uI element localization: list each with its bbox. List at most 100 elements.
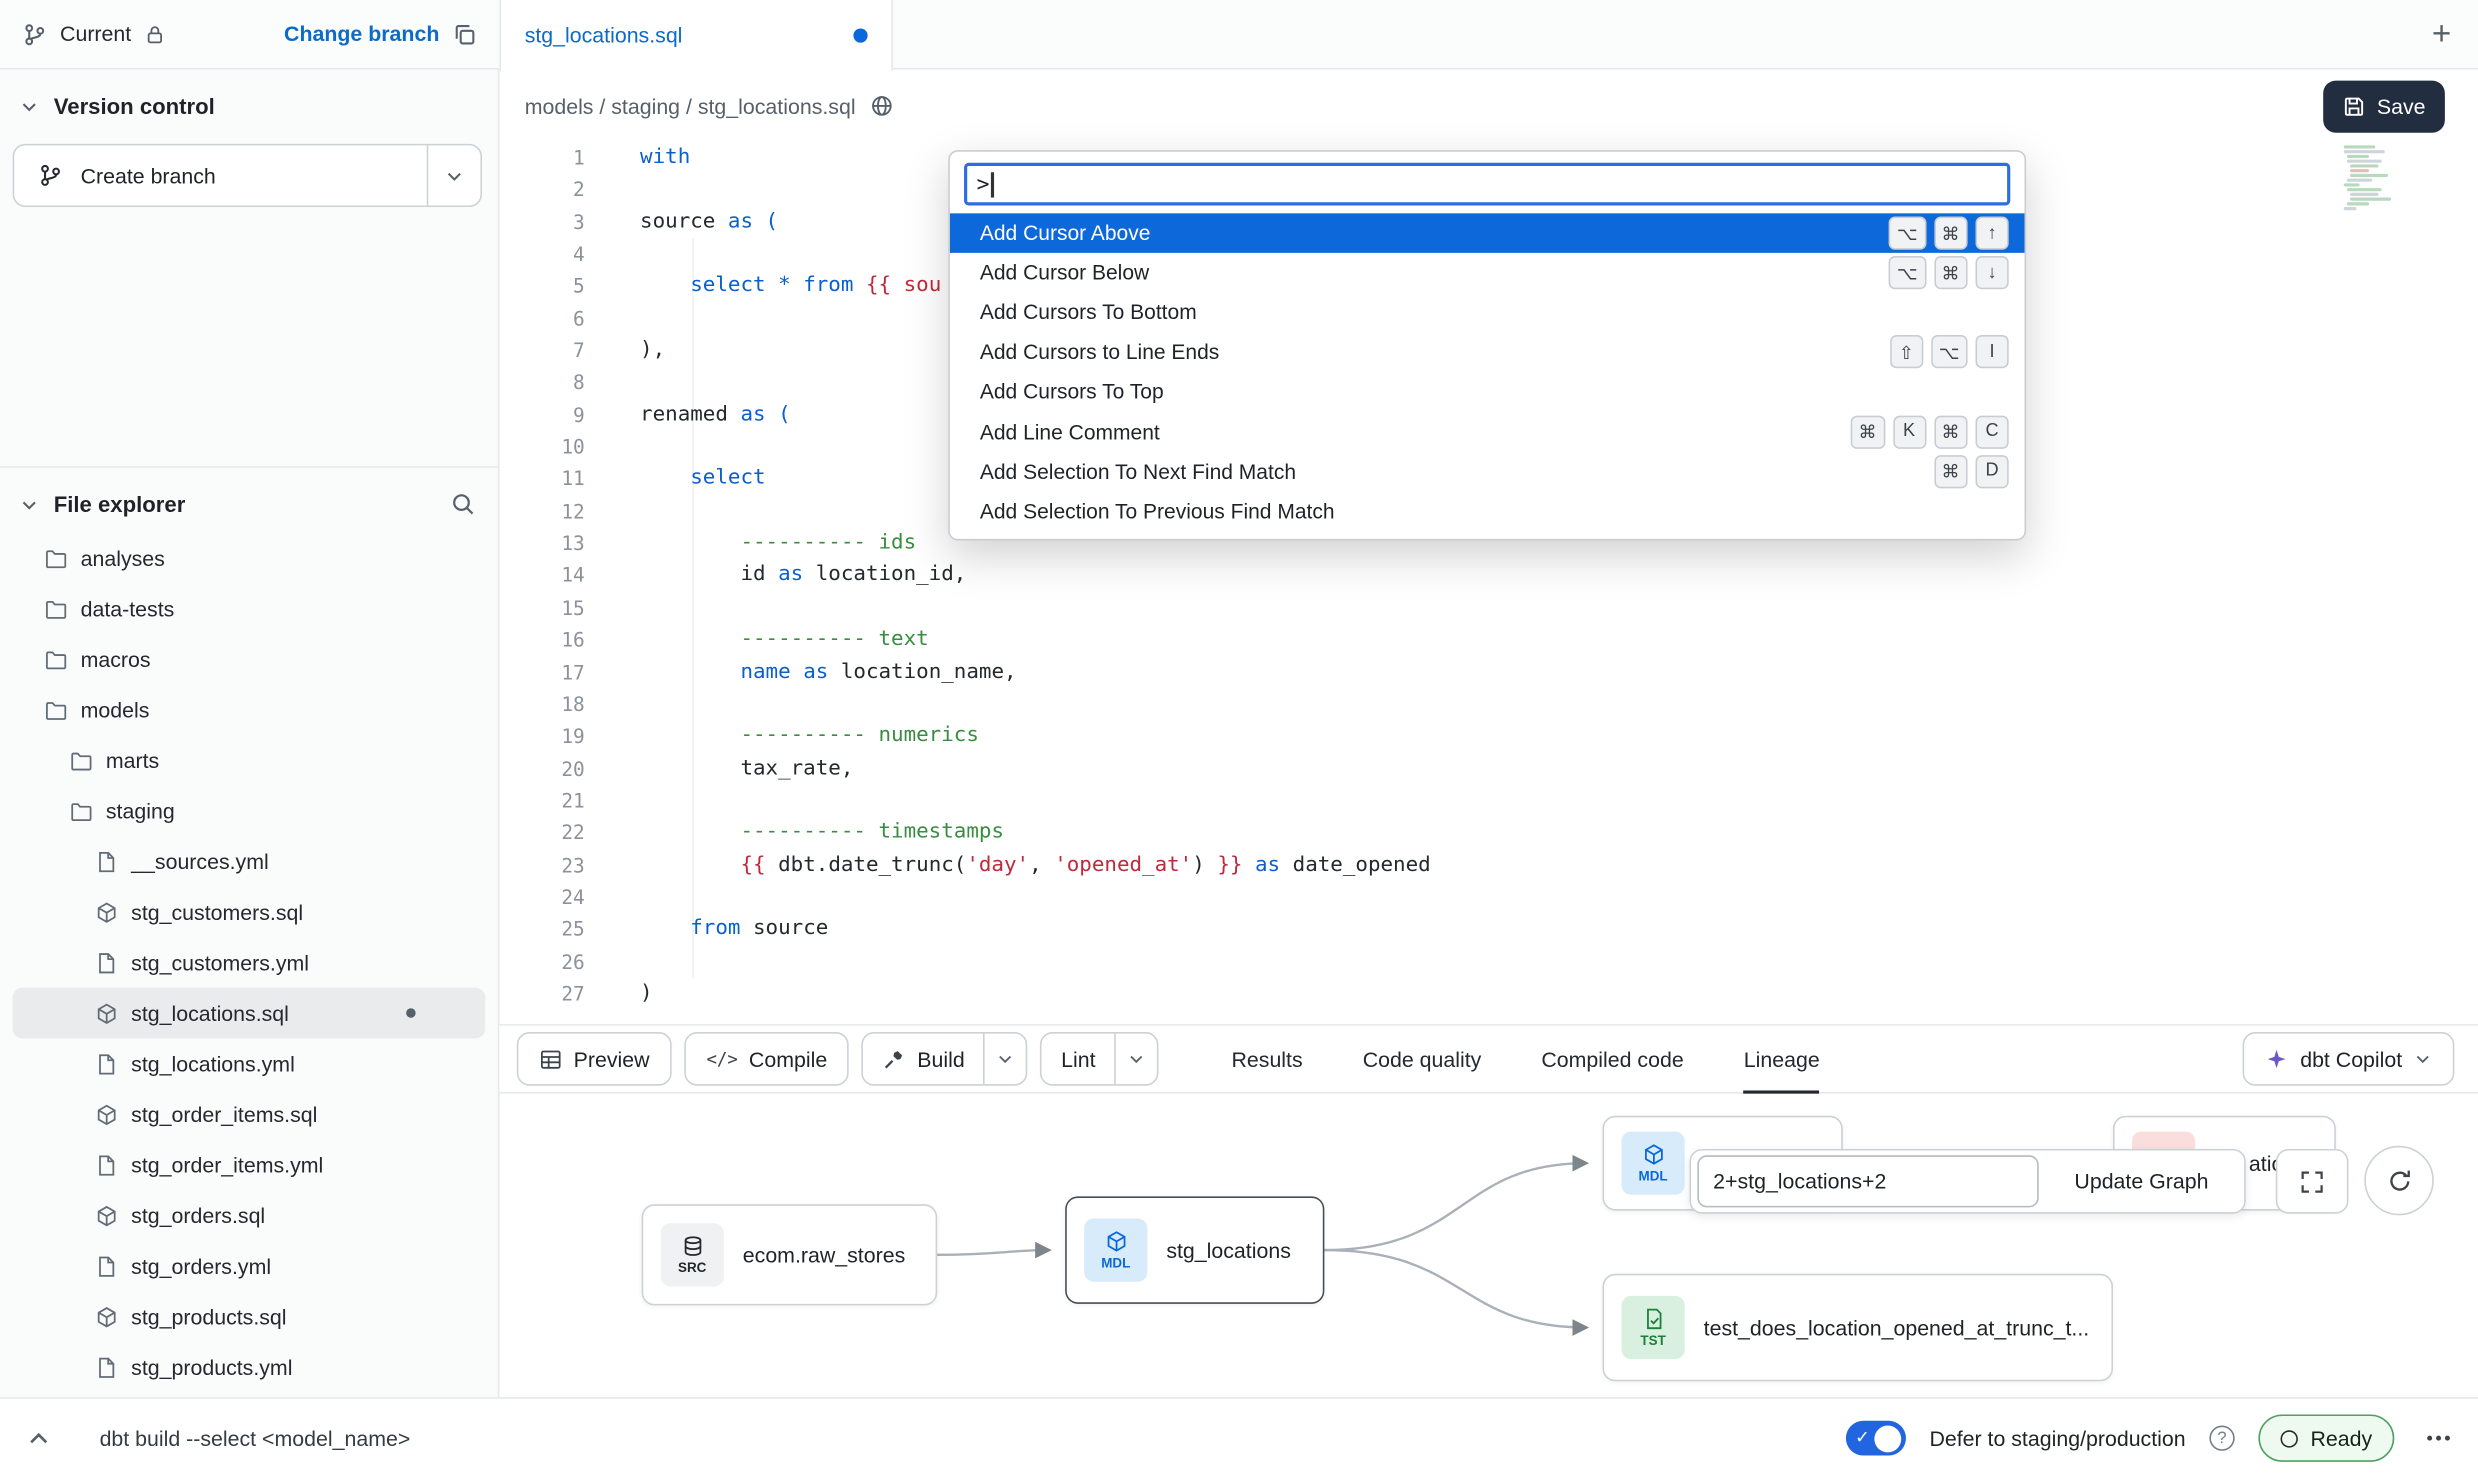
file-item-stg_orders.sql[interactable]: stg_orders.sql — [13, 1190, 486, 1241]
lineage-node-source[interactable]: SRC ecom.raw_stores — [642, 1204, 938, 1305]
file-item-stg_products.sql[interactable]: stg_products.sql — [13, 1291, 486, 1342]
file-item-stg_locations.sql[interactable]: stg_locations.sql — [13, 988, 486, 1039]
save-button[interactable]: Save — [2323, 81, 2444, 133]
file-item-analyses[interactable]: analyses — [13, 533, 486, 584]
globe-icon[interactable] — [870, 93, 895, 118]
file-label: stg_locations.sql — [131, 1001, 289, 1025]
update-graph-button[interactable]: Update Graph — [2039, 1169, 2244, 1193]
tab-compiled-code[interactable]: Compiled code — [1541, 1026, 1683, 1092]
compile-label: Compile — [749, 1047, 827, 1071]
status-badge[interactable]: Ready — [2258, 1414, 2394, 1461]
keycap: ⇧ — [1890, 336, 1923, 369]
tab-code-quality[interactable]: Code quality — [1363, 1026, 1482, 1092]
breadcrumb-row: models / staging / stg_locations.sql — [499, 70, 2478, 143]
copy-icon[interactable] — [452, 21, 477, 46]
keycap: I — [1976, 336, 2009, 369]
palette-item[interactable]: Add Cursors To Top — [950, 372, 2025, 412]
palette-item[interactable]: Add Selection To Next Find Match⌘D — [950, 451, 2025, 491]
node-label: ecom.raw_stores — [743, 1243, 905, 1267]
panel-tabs: Results Code quality Compiled code Linea… — [1232, 1026, 1820, 1092]
keycap: ⌘ — [1934, 256, 1968, 289]
version-control-section: Version control Create branch — [0, 70, 498, 468]
table-icon — [539, 1047, 563, 1071]
build-main[interactable]: Build — [864, 1034, 984, 1085]
lineage-node-stg-locations[interactable]: MDL stg_locations — [1065, 1196, 1324, 1303]
fullscreen-button[interactable] — [2276, 1149, 2349, 1214]
file-icon — [95, 951, 119, 975]
model-badge-label: MDL — [1639, 1168, 1668, 1184]
minimap[interactable] — [2344, 145, 2410, 211]
model-icon — [95, 1305, 119, 1329]
file-item-macros[interactable]: macros — [13, 634, 486, 685]
lint-dropdown[interactable] — [1115, 1034, 1158, 1085]
lineage-canvas[interactable]: SRC ecom.raw_stores MDL stg_locations MD… — [499, 1094, 2478, 1397]
preview-button[interactable]: Preview — [517, 1032, 672, 1086]
file-item-models[interactable]: models — [13, 684, 486, 735]
topbar: Current Change branch stg_locations.sql … — [0, 0, 2478, 70]
folder-icon — [70, 799, 94, 823]
create-branch-button: Create branch — [13, 144, 482, 207]
file-item-marts[interactable]: marts — [13, 735, 486, 786]
new-tab-button[interactable]: + — [2432, 17, 2451, 50]
branch-icon — [22, 21, 47, 46]
palette-item[interactable]: Add Cursor Below⌥⌘↓ — [950, 253, 2025, 293]
palette-item[interactable]: Add Cursors to Line Ends⇧⌥I — [950, 332, 2025, 372]
build-label: Build — [917, 1047, 964, 1071]
tab-results[interactable]: Results — [1232, 1026, 1303, 1092]
change-branch-link[interactable]: Change branch — [284, 22, 439, 46]
unsaved-dot — [853, 28, 867, 42]
file-item-stg_order_items.yml[interactable]: stg_order_items.yml — [13, 1139, 486, 1190]
file-item-staging[interactable]: staging — [13, 785, 486, 836]
version-control-header[interactable]: Version control — [0, 70, 498, 135]
file-item-stg_customers.sql[interactable]: stg_customers.sql — [13, 887, 486, 938]
lineage-search-input[interactable] — [1697, 1155, 2038, 1207]
file-icon — [95, 1355, 119, 1379]
palette-item-label: Add Cursors To Bottom — [980, 301, 1197, 325]
file-item-data-tests[interactable]: data-tests — [13, 583, 486, 634]
lineage-search-bar: Update Graph — [1689, 1149, 2245, 1214]
copilot-button[interactable]: dbt Copilot — [2243, 1032, 2454, 1086]
file-item-stg_products.yml[interactable]: stg_products.yml — [13, 1342, 486, 1393]
file-tree: analysesdata-testsmacrosmodelsmartsstagi… — [0, 533, 498, 1393]
text-caret — [991, 171, 993, 196]
file-item-stg_orders.yml[interactable]: stg_orders.yml — [13, 1241, 486, 1292]
file-label: __sources.yml — [131, 849, 269, 873]
chevron-down-icon — [2413, 1049, 2432, 1068]
file-explorer-header[interactable]: File explorer — [0, 468, 498, 533]
refresh-button[interactable] — [2364, 1146, 2434, 1216]
tab-lineage[interactable]: Lineage — [1744, 1026, 1820, 1092]
search-icon[interactable] — [450, 492, 475, 517]
help-icon[interactable]: ? — [2209, 1426, 2234, 1451]
file-label: stg_products.yml — [131, 1355, 292, 1379]
palette-input[interactable]: > — [964, 163, 2010, 206]
keycap: ⌘ — [1934, 415, 1968, 448]
version-control-title: Version control — [54, 93, 215, 118]
compile-button[interactable]: </> Compile — [684, 1032, 849, 1086]
line-numbers: 1234567891011121314151617181920212223242… — [499, 142, 600, 1010]
model-icon — [95, 1001, 119, 1025]
build-dropdown[interactable] — [984, 1034, 1027, 1085]
tab-stg-locations[interactable]: stg_locations.sql — [499, 0, 893, 70]
lint-main[interactable]: Lint — [1042, 1034, 1114, 1085]
model-badge: MDL — [1621, 1132, 1684, 1195]
file-item-stg_customers.yml[interactable]: stg_customers.yml — [13, 937, 486, 988]
file-label: stg_orders.sql — [131, 1203, 265, 1227]
palette-item[interactable]: Add Cursor Above⌥⌘↑ — [950, 213, 2025, 253]
create-branch-label: Create branch — [81, 164, 216, 188]
chevron-up-icon[interactable] — [25, 1425, 52, 1452]
overflow-menu-icon[interactable] — [2424, 1424, 2452, 1452]
status-circle-icon — [2280, 1429, 2297, 1446]
palette-item[interactable]: Add Selection To Previous Find Match — [950, 491, 2025, 531]
defer-toggle[interactable]: ✓ — [1846, 1421, 1906, 1456]
file-item-__sources.yml[interactable]: __sources.yml — [13, 836, 486, 887]
create-branch-dropdown[interactable] — [427, 145, 481, 205]
lineage-node-test[interactable]: TST test_does_location_opened_at_trunc_t… — [1603, 1274, 2113, 1381]
refresh-icon — [2386, 1167, 2413, 1194]
file-explorer-section: File explorer analysesdata-testsmacrosmo… — [0, 468, 498, 1393]
file-item-stg_order_items.sql[interactable]: stg_order_items.sql — [13, 1089, 486, 1140]
create-branch-main[interactable]: Create branch — [14, 145, 426, 205]
palette-item[interactable]: Add Line Comment⌘K⌘C — [950, 412, 2025, 452]
source-badge: SRC — [661, 1223, 724, 1286]
file-item-stg_locations.yml[interactable]: stg_locations.yml — [13, 1038, 486, 1089]
palette-item[interactable]: Add Cursors To Bottom — [950, 293, 2025, 333]
